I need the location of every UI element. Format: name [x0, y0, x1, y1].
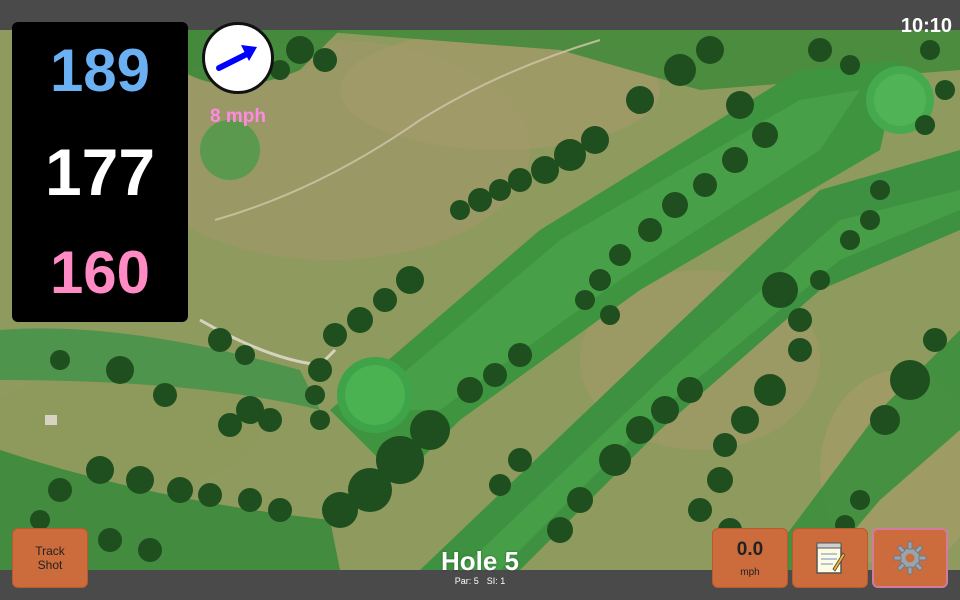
hole-stroke-index: SI: 1: [486, 576, 506, 586]
track-shot-label-line2: Shot: [37, 558, 63, 572]
track-shot-button[interactable]: Track Shot: [12, 528, 88, 588]
center-yardage: 177: [44, 135, 156, 209]
track-shot-label-line1: Track: [35, 544, 65, 558]
hole-info: Hole 5 Par: 5 SI: 1: [380, 548, 580, 586]
wind-indicator: [202, 22, 274, 94]
notes-button[interactable]: [792, 528, 868, 588]
gear-icon: [893, 541, 927, 575]
settings-button[interactable]: [872, 528, 948, 588]
notepad-icon: [816, 542, 845, 574]
speed-button[interactable]: 0.0 mph: [712, 528, 788, 588]
clock: 10:10: [900, 15, 952, 37]
speed-unit: mph: [740, 567, 760, 578]
speed-value: 0.0: [736, 539, 764, 560]
yardage-panel: 189 177 160: [12, 22, 188, 322]
hole-title: Hole 5: [440, 546, 520, 576]
wind-arrow-icon: [216, 45, 257, 71]
hole-details: Par: 5 SI: 1: [380, 576, 580, 586]
front-yardage: 160: [49, 239, 151, 306]
hole-par: Par: 5: [454, 576, 479, 586]
back-yardage: 189: [49, 37, 151, 104]
wind-speed: 8 mph: [210, 106, 266, 127]
